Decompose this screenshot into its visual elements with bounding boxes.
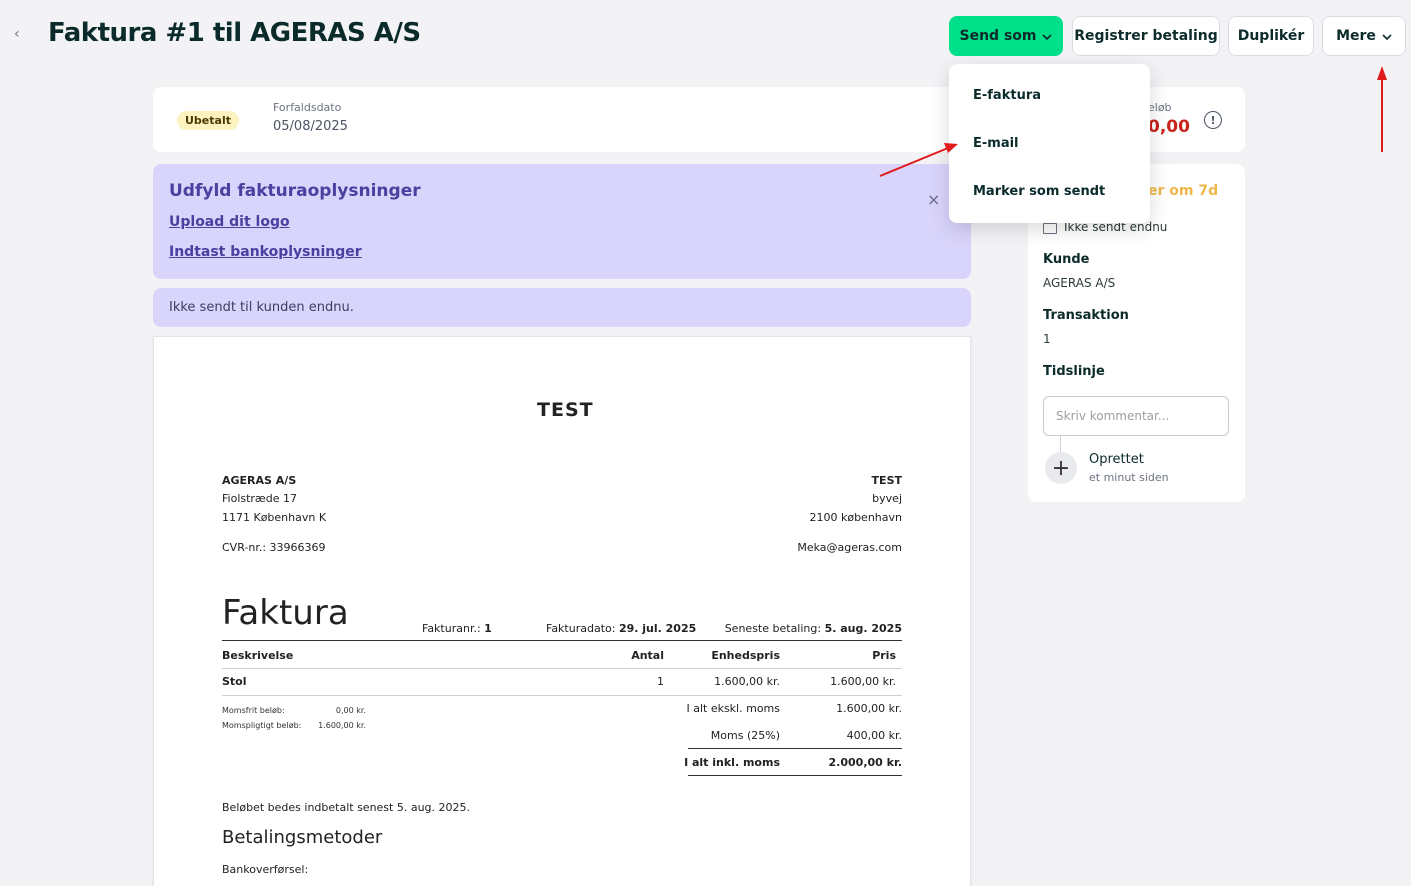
comment-input[interactable] [1043,396,1229,436]
column-header-price: Pris [872,649,896,662]
last-payment-value: 5. aug. 2025 [824,622,902,635]
vat-liable-value: 1.600,00 kr. [318,721,366,730]
chevron-down-icon [1382,30,1392,43]
bank-details-link[interactable]: Indtast bankoplysninger [169,244,362,260]
timeline-event-time: et minut siden [1089,471,1169,484]
upload-logo-link[interactable]: Upload dit logo [169,214,290,230]
subtotal-value: 1.600,00 kr. [836,702,902,715]
vat-value: 400,00 kr. [846,729,902,742]
vat-free-label: Momsfrit beløb: [222,706,285,715]
register-payment-button[interactable]: Registrer betaling [1072,16,1220,56]
vat-label: Moms (25%) [710,729,780,742]
amount-label: eløb [1148,101,1172,114]
buyer-cvr: CVR-nr.: 33966369 [222,541,326,554]
payment-note: Beløbet bedes indbetalt senest 5. aug. 2… [222,801,471,814]
divider [222,668,902,669]
last-payment-label: Seneste betaling: [724,622,822,635]
buyer-street: Fiolstræde 17 [222,492,297,505]
divider [222,695,902,696]
transaction-label: Transaktion [1043,308,1129,323]
total-label: I alt inkl. moms [684,756,780,769]
column-header-unit-price: Enhedspris [711,649,780,662]
menu-item-e-invoice[interactable]: E-faktura [973,88,1041,103]
invoice-date-value: 29. jul. 2025 [618,622,697,635]
divider [688,775,902,776]
seller-street: byvej [872,492,902,505]
due-date-label: Forfaldsdato [273,101,342,114]
column-header-quantity: Antal [631,649,664,662]
document-type-title: Faktura [222,593,349,633]
invoice-number-label: Fakturanr.: [422,622,481,635]
buyer-name: AGERAS A/S [222,474,297,487]
not-sent-notice-text: Ikke sendt til kunden endnu. [169,300,354,315]
back-chevron-icon[interactable]: ‹ [14,26,20,42]
arrow-to-more-icon [1377,66,1387,152]
due-date-value: 05/08/2025 [273,119,348,134]
seller-name: TEST [871,474,902,487]
line-item-unit-price: 1.600,00 kr. [714,675,780,688]
duplicate-button[interactable]: Duplikér [1228,16,1314,56]
seller-city: 2100 københavn [809,511,902,524]
customer-value[interactable]: AGERAS A/S [1043,276,1115,290]
transaction-value[interactable]: 1 [1043,332,1051,346]
seller-email: Meka@ageras.com [797,541,902,554]
onboarding-title: Udfyld fakturaoplysninger [169,181,421,201]
timeline-label: Tidslinje [1043,364,1105,379]
payment-methods-title: Betalingsmetoder [222,827,383,848]
invoice-heading: TEST [537,399,594,421]
menu-item-email[interactable]: E-mail [973,136,1019,151]
bank-transfer-label: Bankoverførsel: [222,863,309,876]
send-as-button[interactable]: Send som [949,16,1063,56]
amount-value: 0,00 [1148,117,1190,137]
due-status-text: er om 7d [1148,183,1219,199]
line-item-description: Stol [222,675,247,688]
envelope-icon [1043,223,1057,234]
vat-free-value: 0,00 kr. [335,706,366,715]
chevron-down-icon [1042,30,1053,43]
invoice-number-value: 1 [484,622,492,635]
status-badge: Ubetalt [177,111,239,130]
column-header-description: Beskrivelse [222,649,294,662]
timeline-connector [1060,436,1061,452]
more-label: Mere [1336,28,1376,44]
vat-liable-label: Momspligtigt beløb: [222,721,302,730]
timeline-event-title: Oprettet [1089,452,1144,467]
subtotal-label: I alt ekskl. moms [686,702,780,715]
customer-label: Kunde [1043,252,1090,267]
line-item-quantity: 1 [657,675,664,688]
divider [222,640,902,641]
divider [688,748,902,749]
invoice-date-label: Fakturadato: [546,622,616,635]
menu-item-mark-as-sent[interactable]: Marker som sendt [973,184,1105,199]
last-payment-date: Seneste betaling: 5. aug. 2025 [702,622,902,635]
invoice-number: Fakturanr.: 1 [422,622,492,635]
line-item-price: 1.600,00 kr. [830,675,896,688]
more-button[interactable]: Mere [1322,16,1406,56]
total-value: 2.000,00 kr. [828,756,902,769]
page-title: Faktura #1 til AGERAS A/S [48,18,421,48]
plus-icon: + [1045,452,1077,484]
send-as-label: Send som [959,28,1037,44]
close-icon[interactable]: × [927,190,940,209]
info-icon[interactable]: ! [1204,111,1222,129]
buyer-city: 1171 København K [222,511,327,524]
invoice-date: Fakturadato: 29. jul. 2025 [546,622,696,635]
